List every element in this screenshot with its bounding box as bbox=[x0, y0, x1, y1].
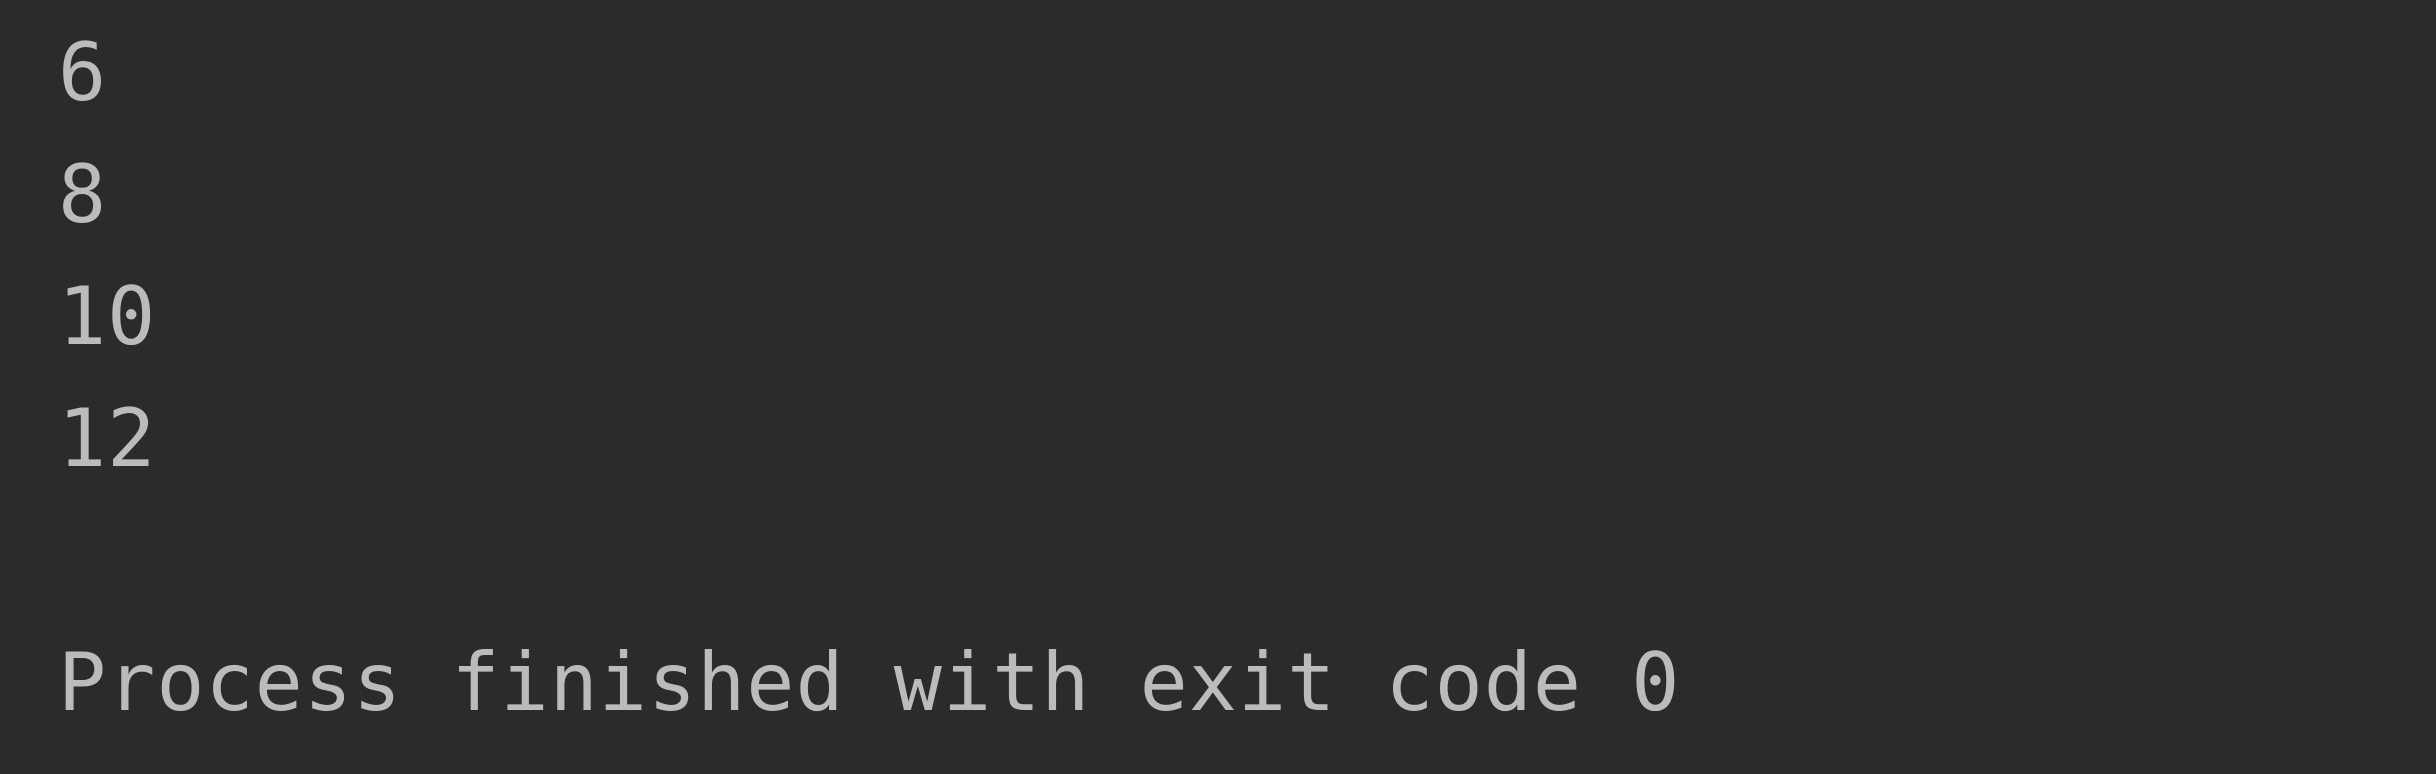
run-console-output[interactable]: 6 8 10 12 Process finished with exit cod… bbox=[0, 12, 2436, 774]
console-output-line: 6 bbox=[58, 26, 108, 119]
console-output-line: 10 bbox=[58, 270, 157, 363]
console-output-line: 12 bbox=[58, 392, 157, 485]
console-output-line: 8 bbox=[58, 148, 108, 241]
process-exit-message: Process finished with exit code 0 bbox=[58, 636, 1681, 729]
